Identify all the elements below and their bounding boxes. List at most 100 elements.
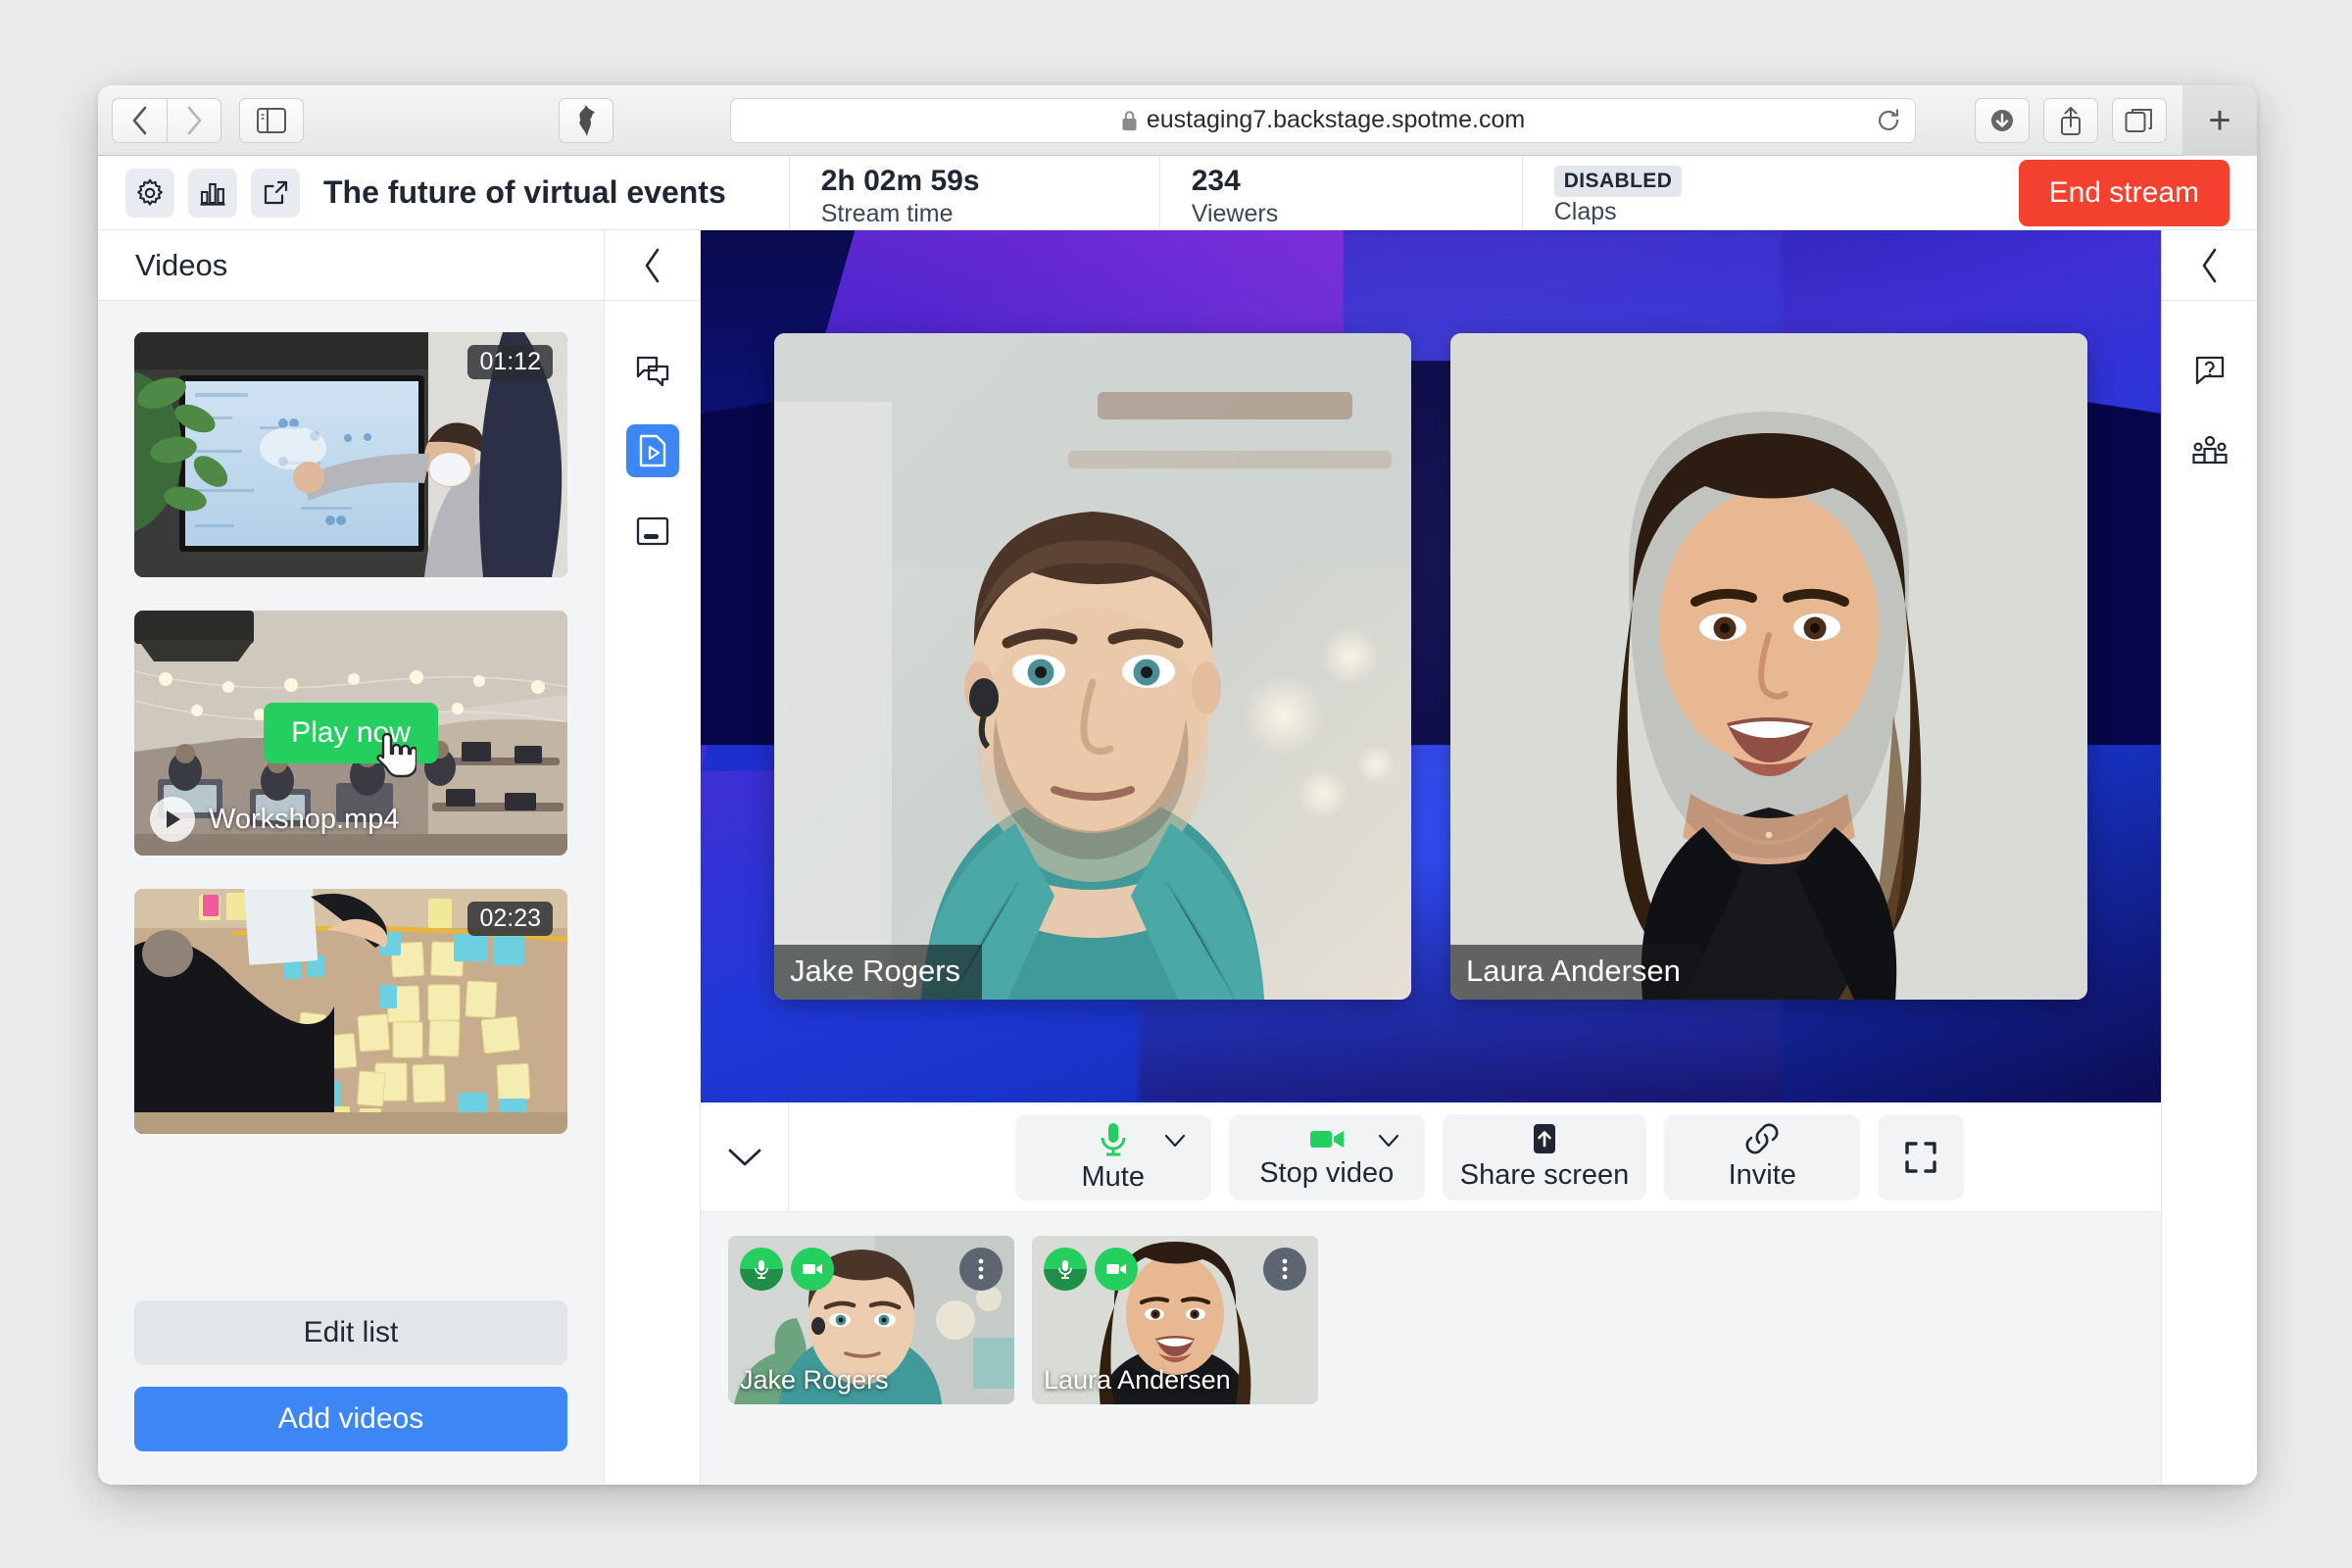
microphone-icon <box>1101 1123 1126 1156</box>
reload-icon[interactable] <box>1876 108 1901 133</box>
end-stream-button[interactable]: End stream <box>2018 159 2230 226</box>
stop-video-label: Stop video <box>1259 1157 1395 1189</box>
lock-icon <box>1122 110 1137 130</box>
forward-button[interactable] <box>167 97 221 143</box>
speaker-name-label: Laura Andersen <box>1450 945 1702 1000</box>
microphone-icon[interactable] <box>740 1248 783 1291</box>
gear-icon[interactable] <box>125 168 174 218</box>
stop-video-button[interactable]: Stop video <box>1228 1113 1425 1200</box>
left-rail-items <box>625 301 679 558</box>
invite-button[interactable]: Invite <box>1664 1113 1861 1200</box>
stream-time-value: 2h 02m 59s <box>820 165 980 198</box>
chevron-left-icon <box>645 248 659 282</box>
more-vertical-icon[interactable] <box>1263 1248 1306 1291</box>
status-badge: DISABLED <box>1553 165 1683 197</box>
share-screen-label: Share screen <box>1459 1159 1630 1191</box>
play-icon[interactable] <box>150 797 195 842</box>
viewers-label: Viewers <box>1191 199 1279 227</box>
stream-controls-bar: Mute Stop video Share screen Invite <box>701 1102 2161 1212</box>
participant-status-chips <box>1044 1248 1138 1291</box>
fullscreen-icon <box>1905 1141 1936 1173</box>
more-vertical-icon[interactable] <box>959 1248 1003 1291</box>
share-screen-button[interactable]: Share screen <box>1442 1113 1647 1200</box>
url-bar[interactable]: eustaging7.backstage.spotme.com <box>730 97 1916 143</box>
camera-icon <box>1309 1131 1344 1148</box>
video-list-item[interactable]: Play now Workshop.mp4 <box>134 611 567 856</box>
browser-right-buttons <box>1975 97 2167 143</box>
new-tab-button[interactable]: + <box>2182 85 2257 156</box>
page-title: The future of virtual events <box>323 174 726 210</box>
video-footer: Workshop.mp4 <box>150 797 400 842</box>
participant-name: Jake Rogers <box>740 1365 889 1395</box>
share-button[interactable] <box>2043 97 2098 143</box>
chevron-left-icon <box>2202 248 2216 282</box>
participant-card[interactable]: Jake Rogers <box>728 1236 1014 1404</box>
viewers-value: 234 <box>1191 165 1241 198</box>
privacy-report-button[interactable] <box>559 97 613 143</box>
left-icon-rail <box>605 230 701 1485</box>
video-duration: 01:12 <box>467 345 553 379</box>
fullscreen-button[interactable] <box>1878 1113 1965 1200</box>
participant-status-chips <box>740 1248 834 1291</box>
camera-icon[interactable] <box>791 1248 834 1291</box>
videos-panel-title: Videos <box>98 230 604 301</box>
video-file-name: Workshop.mp4 <box>209 803 400 835</box>
mute-button[interactable]: Mute <box>1014 1113 1211 1200</box>
stat-stream-time: 2h 02m 59s Stream time <box>788 156 1159 229</box>
external-link-icon[interactable] <box>251 168 300 218</box>
event-header: The future of virtual events 2h 02m 59s … <box>98 156 2257 230</box>
videos-list: 01:12 Play now Workshop.mp4 02:23 <box>98 301 604 1279</box>
add-videos-button[interactable]: Add videos <box>134 1387 567 1451</box>
invite-label: Invite <box>1728 1159 1796 1191</box>
stat-claps: DISABLED Claps End stream <box>1521 156 2257 229</box>
browser-toolbar: eustaging7.backstage.spotme.com + <box>98 85 2257 156</box>
right-icon-rail <box>2161 230 2257 1485</box>
main-body: Videos 01:12 Play now Workshop.mp4 02:23… <box>98 230 2257 1485</box>
bar-chart-icon[interactable] <box>188 168 237 218</box>
stream-stage: Jake Rogers Laura Andersen <box>701 230 2161 1102</box>
video-list-item[interactable]: 02:23 <box>134 889 567 1134</box>
people-podium-icon[interactable] <box>2183 424 2236 477</box>
back-button[interactable] <box>112 97 167 143</box>
downloads-button[interactable] <box>1975 97 2030 143</box>
nav-buttons <box>112 97 221 143</box>
video-file-icon[interactable] <box>625 424 679 477</box>
chat-bubbles-icon[interactable] <box>626 344 679 397</box>
controls-collapse-button[interactable] <box>701 1102 789 1211</box>
share-screen-icon <box>1534 1124 1555 1153</box>
left-rail-collapse-button[interactable] <box>605 230 700 301</box>
lower-third-icon[interactable] <box>626 505 679 558</box>
participants-strip: Jake Rogers Laura Andersen <box>701 1212 2161 1485</box>
videos-panel-actions: Edit list Add videos <box>98 1279 604 1485</box>
speaker-video <box>1450 333 2087 1000</box>
link-icon <box>1745 1123 1779 1154</box>
edit-list-button[interactable]: Edit list <box>134 1300 567 1365</box>
stream-controls: Mute Stop video Share screen Invite <box>789 1102 2161 1211</box>
url-text: eustaging7.backstage.spotme.com <box>1146 106 1526 133</box>
chevron-down-icon[interactable] <box>1164 1134 1186 1148</box>
stream-time-label: Stream time <box>820 199 954 227</box>
video-list-item[interactable]: 01:12 <box>134 332 567 577</box>
participant-card[interactable]: Laura Andersen <box>1032 1236 1318 1404</box>
speaker-video <box>774 333 1411 1000</box>
center-column: Jake Rogers Laura Andersen Mute Stop vid… <box>701 230 2161 1485</box>
camera-icon[interactable] <box>1095 1248 1138 1291</box>
mute-label: Mute <box>1081 1161 1145 1193</box>
question-bubble-icon[interactable] <box>2183 344 2236 397</box>
video-duration: 02:23 <box>467 902 553 936</box>
right-rail-collapse-button[interactable] <box>2162 230 2257 301</box>
speaker-name-label: Jake Rogers <box>774 945 983 1000</box>
browser-window: eustaging7.backstage.spotme.com + The fu… <box>98 85 2257 1485</box>
tab-overview-button[interactable] <box>2112 97 2167 143</box>
sidebar-toggle-button[interactable] <box>239 97 304 143</box>
chevron-down-icon[interactable] <box>1378 1134 1399 1148</box>
speaker-tile[interactable]: Laura Andersen <box>1450 333 2087 1000</box>
microphone-icon[interactable] <box>1044 1248 1087 1291</box>
speaker-tile[interactable]: Jake Rogers <box>774 333 1411 1000</box>
speaker-tiles: Jake Rogers Laura Andersen <box>701 230 2161 1102</box>
play-now-button[interactable]: Play now <box>264 703 438 763</box>
right-rail-items <box>2183 301 2236 477</box>
videos-panel: Videos 01:12 Play now Workshop.mp4 02:23… <box>98 230 605 1485</box>
stat-viewers: 234 Viewers <box>1158 156 1522 229</box>
event-header-actions: The future of virtual events <box>98 156 750 229</box>
